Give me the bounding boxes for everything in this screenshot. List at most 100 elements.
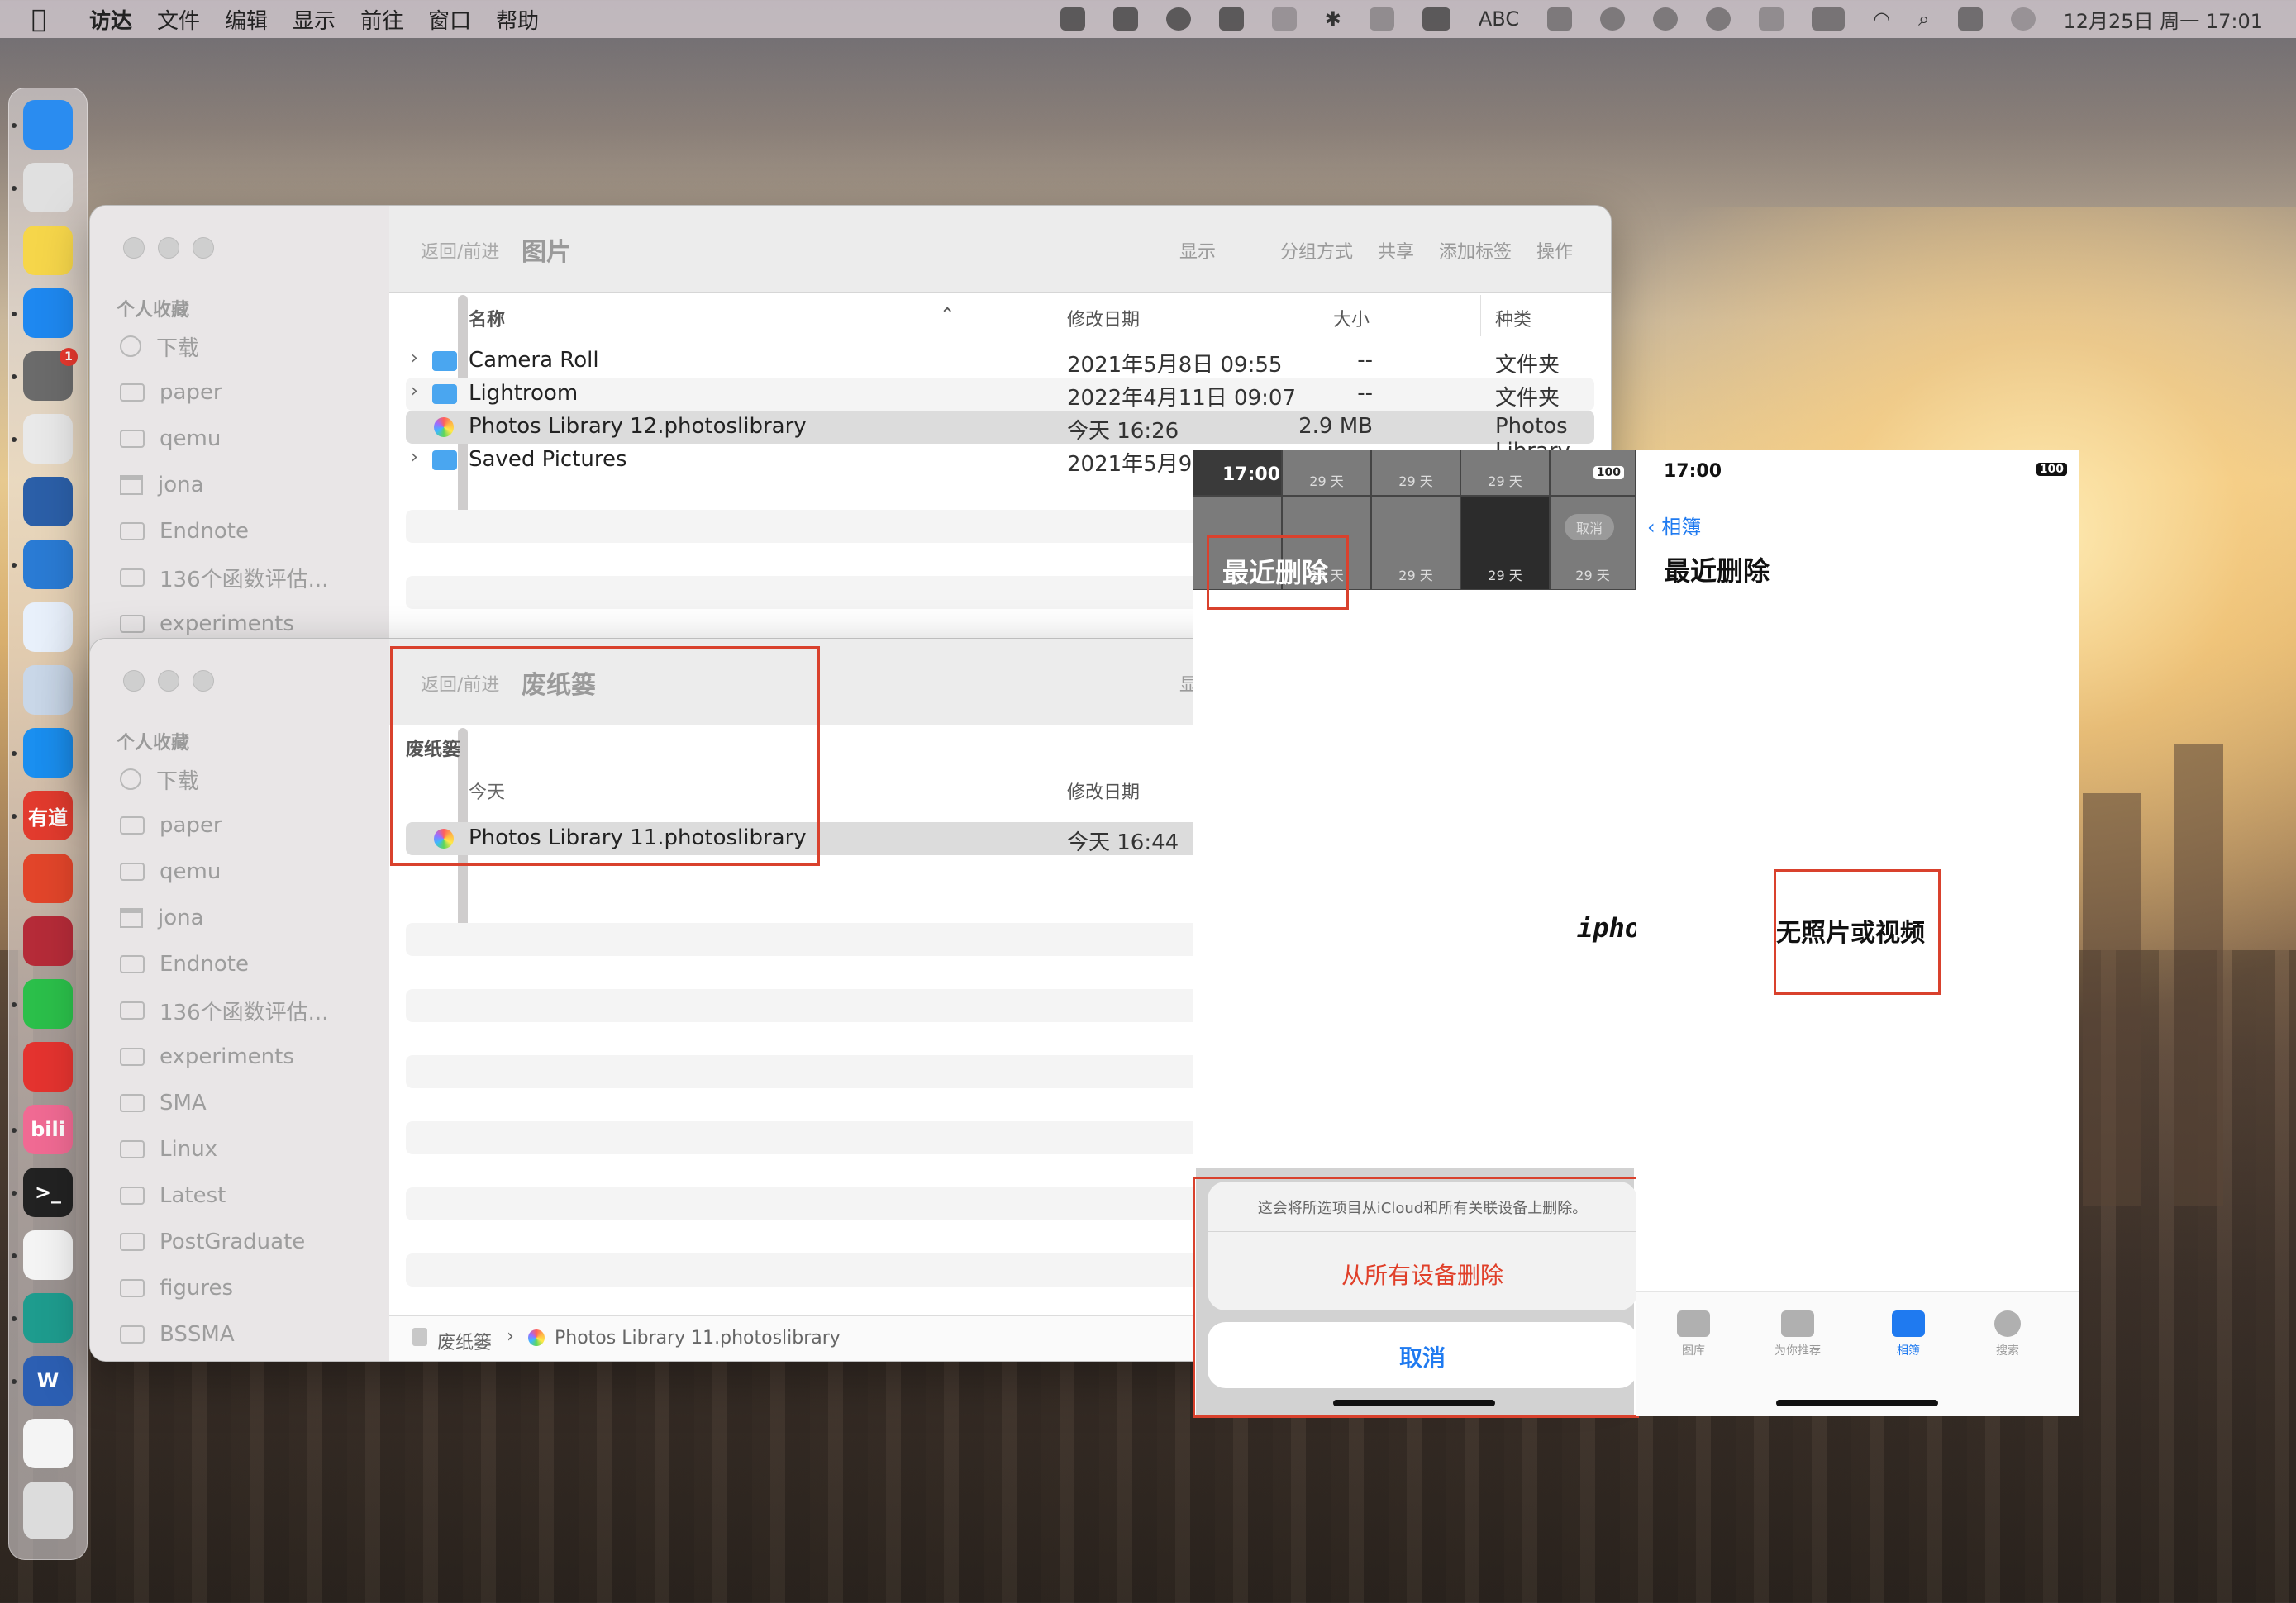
- bluetooth-icon[interactable]: ✱: [1325, 7, 1341, 31]
- app-status-icon[interactable]: [1112, 7, 1138, 31]
- sidebar-item-latest[interactable]: Latest: [120, 1177, 226, 1214]
- launchpad-icon[interactable]: [23, 163, 73, 212]
- user-icon[interactable]: [1706, 7, 1732, 31]
- sidebar-item-downloads[interactable]: 下载: [120, 328, 199, 364]
- preview-icon[interactable]: [23, 665, 73, 715]
- column-name[interactable]: 名称: [469, 305, 505, 331]
- netease-music-icon[interactable]: [23, 1042, 73, 1092]
- photo-thumb[interactable]: 29 天: [1282, 450, 1371, 496]
- terminal-icon[interactable]: >_: [23, 1168, 73, 1217]
- zoom-button[interactable]: [193, 237, 214, 259]
- back-button[interactable]: ‹ 相簿: [1647, 511, 1701, 540]
- display-icon[interactable]: [1369, 7, 1394, 31]
- wechat-icon[interactable]: [23, 979, 73, 1029]
- input-method-label[interactable]: ABC: [1479, 7, 1519, 31]
- sidebar-item-endnote[interactable]: Endnote: [120, 946, 249, 982]
- word-icon[interactable]: W: [23, 1356, 73, 1406]
- action-button[interactable]: 操作: [1536, 237, 1573, 264]
- sidebar-item-postgraduate[interactable]: PostGraduate: [120, 1224, 305, 1260]
- column-separator[interactable]: [1480, 295, 1481, 336]
- minimize-button[interactable]: [158, 670, 179, 692]
- sidebar-item-experiments[interactable]: experiments: [120, 606, 294, 642]
- sidebar-item-jona[interactable]: jona: [120, 467, 204, 503]
- photo-thumb[interactable]: 29 天: [1371, 496, 1460, 590]
- disclosure-chevron-icon[interactable]: ›: [411, 447, 418, 468]
- notification-bell-icon[interactable]: [1060, 7, 1085, 31]
- tab-albums[interactable]: 相簿: [1867, 1310, 1950, 1358]
- menu-window[interactable]: 窗口: [428, 4, 471, 35]
- sort-chevron-icon[interactable]: ⌃: [940, 305, 955, 326]
- sidebar-item-downloads[interactable]: 下载: [120, 761, 199, 797]
- menu-help[interactable]: 帮助: [496, 4, 539, 35]
- close-button[interactable]: [123, 237, 145, 259]
- sidebar-item-paper[interactable]: paper: [120, 374, 222, 411]
- sidebar-item-jona[interactable]: jona: [120, 900, 204, 936]
- minimize-button[interactable]: [158, 237, 179, 259]
- siri-icon[interactable]: [2010, 7, 2036, 31]
- menu-view[interactable]: 显示: [293, 4, 336, 35]
- search-icon[interactable]: ⌕: [1918, 7, 1929, 31]
- tab-search[interactable]: 搜索: [1966, 1310, 2049, 1358]
- sidebar-item-qemu[interactable]: qemu: [120, 854, 221, 890]
- app-blue-icon[interactable]: [23, 477, 73, 526]
- app-orange-icon[interactable]: [23, 854, 73, 903]
- safari-icon[interactable]: [23, 728, 73, 778]
- app-red-icon[interactable]: [23, 916, 73, 966]
- sidebar-item-experiments[interactable]: experiments: [120, 1039, 294, 1075]
- add-tag-button[interactable]: 添加标签: [1439, 237, 1512, 264]
- path-item-trash[interactable]: 废纸篓: [437, 1328, 492, 1354]
- file-row[interactable]: › Camera Roll 2021年5月8日 09:55 -- 文件夹: [406, 345, 1594, 378]
- play-icon[interactable]: [1653, 7, 1679, 31]
- file-row[interactable]: › Lightroom 2022年4月11日 09:07 -- 文件夹: [406, 378, 1594, 411]
- photo-thumb[interactable]: 29 天: [1550, 496, 1636, 590]
- sidebar-item-qemu[interactable]: qemu: [120, 421, 221, 457]
- input-source-icon[interactable]: [1422, 7, 1450, 31]
- column-kind[interactable]: 种类: [1495, 305, 1531, 331]
- menu-go[interactable]: 前往: [360, 4, 403, 35]
- path-item-file[interactable]: Photos Library 11.photoslibrary: [555, 1328, 841, 1349]
- back-forward-button[interactable]: 返回/前进: [421, 237, 499, 264]
- disclosure-chevron-icon[interactable]: ›: [411, 381, 418, 402]
- apple-menu-icon[interactable]: : [31, 5, 64, 34]
- wifi-icon[interactable]: ◠: [1873, 7, 1890, 31]
- sidebar-item-endnote[interactable]: Endnote: [120, 513, 249, 549]
- sidebar-item-function-eval[interactable]: 136个函数评估...: [120, 992, 328, 1029]
- menubar-clock[interactable]: 12月25日 周一 17:01: [2064, 5, 2264, 34]
- sidebar-item-bssma[interactable]: BSSMA: [120, 1316, 235, 1353]
- brightness-icon[interactable]: [1759, 7, 1784, 31]
- column-size[interactable]: 大小: [1333, 305, 1370, 331]
- photo-thumb[interactable]: 29 天: [1460, 496, 1550, 590]
- headphones-icon[interactable]: [1600, 7, 1626, 31]
- cancel-select-button[interactable]: 取消: [1565, 514, 1615, 540]
- sidebar-item-function-eval[interactable]: 136个函数评估...: [120, 559, 328, 596]
- sidebar-item-paper[interactable]: paper: [120, 807, 222, 844]
- chrome-icon[interactable]: [23, 414, 73, 464]
- baidu-netdisk-icon[interactable]: [23, 602, 73, 652]
- share-button[interactable]: 共享: [1378, 237, 1414, 264]
- control-center-icon[interactable]: [1957, 7, 1983, 31]
- photos-icon[interactable]: [23, 1419, 73, 1468]
- edge-icon[interactable]: [23, 1293, 73, 1343]
- file-row-selected[interactable]: Photos Library 12.photoslibrary 今天 16:26…: [406, 411, 1594, 464]
- finder-icon[interactable]: [23, 100, 73, 150]
- close-button[interactable]: [123, 670, 145, 692]
- menu-edit[interactable]: 编辑: [225, 4, 268, 35]
- view-button[interactable]: 显示: [1179, 237, 1216, 264]
- photo-thumb[interactable]: 29 天: [1371, 450, 1460, 496]
- app-status-icon[interactable]: [1218, 7, 1244, 31]
- sidebar-item-figures[interactable]: figures: [120, 1270, 233, 1306]
- screen-mirror-icon[interactable]: [1271, 7, 1297, 31]
- menu-app-finder[interactable]: 访达: [89, 4, 132, 35]
- vscode-icon[interactable]: [23, 540, 73, 589]
- system-settings-icon[interactable]: 1: [23, 348, 78, 401]
- sidebar-item-linux[interactable]: Linux: [120, 1131, 217, 1168]
- tab-library[interactable]: 图库: [1652, 1310, 1735, 1358]
- group-by-button[interactable]: 分组方式: [1280, 237, 1353, 264]
- qq-icon[interactable]: [23, 1230, 73, 1280]
- tab-for-you[interactable]: 为你推荐: [1756, 1310, 1839, 1358]
- monitor-icon[interactable]: [1547, 7, 1573, 31]
- column-date[interactable]: 修改日期: [1067, 305, 1140, 331]
- battery-icon[interactable]: [1812, 7, 1846, 31]
- grammarly-icon[interactable]: [1165, 7, 1191, 31]
- photo-thumb[interactable]: 29 天: [1460, 450, 1550, 496]
